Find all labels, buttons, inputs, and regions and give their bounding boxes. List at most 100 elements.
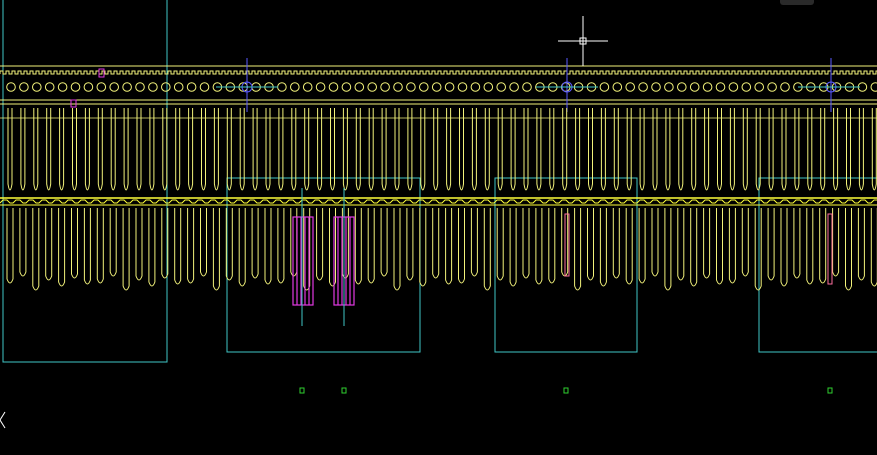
hole-circle bbox=[328, 82, 339, 92]
pin-slot bbox=[691, 108, 697, 191]
lower-pin bbox=[406, 208, 414, 281]
hole-circle bbox=[715, 82, 726, 92]
lower-pin bbox=[496, 208, 504, 281]
hole-circle bbox=[767, 82, 777, 92]
lower-pin bbox=[509, 208, 517, 287]
lower-pin bbox=[483, 208, 491, 291]
ucs-axis bbox=[0, 411, 6, 421]
green-point-markers bbox=[299, 387, 833, 394]
pin-slot bbox=[136, 108, 142, 191]
pin-slot bbox=[46, 108, 52, 191]
pin-slot bbox=[484, 108, 490, 191]
pin-slot bbox=[201, 108, 206, 191]
lower-pin bbox=[174, 208, 182, 285]
lower-pin bbox=[238, 208, 246, 287]
lower-pin bbox=[109, 208, 117, 277]
lower-pin bbox=[780, 208, 788, 287]
hole-circle bbox=[32, 82, 42, 92]
pin-slot bbox=[652, 108, 658, 191]
pin-slot bbox=[459, 108, 464, 191]
lower-pin bbox=[574, 208, 582, 291]
lower-pin bbox=[870, 208, 877, 287]
lower-pin bbox=[832, 208, 840, 277]
hole-circle bbox=[135, 82, 145, 92]
hole-circle bbox=[689, 82, 700, 92]
green-point-marker bbox=[341, 387, 347, 394]
lower-pin bbox=[393, 208, 401, 291]
lower-pin bbox=[690, 208, 698, 287]
lower-pin bbox=[845, 208, 852, 291]
hole-circle bbox=[96, 82, 107, 92]
hole-circle bbox=[470, 82, 481, 92]
pin-slot bbox=[59, 108, 65, 191]
pin-slot bbox=[7, 108, 13, 191]
pin-slot bbox=[162, 108, 168, 191]
lower-pin bbox=[677, 208, 685, 281]
lower-pin bbox=[354, 208, 362, 285]
pin-slot bbox=[639, 108, 645, 191]
hole-circle bbox=[741, 82, 752, 92]
hole-circle bbox=[509, 82, 519, 92]
lower-pin bbox=[58, 208, 66, 287]
pin-slot bbox=[110, 108, 116, 191]
lower-pin bbox=[445, 208, 453, 285]
lower-pin bbox=[251, 208, 259, 279]
hole-circle bbox=[870, 82, 877, 92]
lower-pin bbox=[625, 208, 633, 285]
hole-circle bbox=[173, 82, 184, 92]
lower-pin bbox=[522, 208, 530, 279]
lower-pin bbox=[19, 208, 27, 277]
lower-pin bbox=[135, 208, 143, 281]
lower-pin bbox=[703, 208, 711, 279]
lower-pin bbox=[793, 208, 801, 279]
lower-pins-layer bbox=[6, 208, 877, 291]
pin-slot bbox=[420, 108, 426, 191]
pin-slot bbox=[678, 108, 684, 191]
hole-circle bbox=[199, 82, 210, 92]
pink-pin-highlight bbox=[564, 213, 570, 277]
pin-slot bbox=[717, 108, 722, 191]
hole-circle bbox=[367, 82, 378, 92]
cad-drawing-canvas[interactable] bbox=[0, 0, 877, 455]
hole-circle bbox=[728, 82, 739, 92]
hole-circle bbox=[302, 82, 313, 92]
hole-circle bbox=[677, 82, 687, 92]
lower-pin bbox=[470, 208, 478, 277]
hole-circle bbox=[599, 82, 610, 92]
cyan-frame bbox=[226, 177, 421, 353]
hole-circle bbox=[19, 82, 29, 92]
lower-pin bbox=[612, 208, 620, 279]
lower-pin bbox=[664, 208, 672, 291]
mid-rail-layer bbox=[0, 197, 877, 206]
lower-pin bbox=[638, 208, 646, 284]
hole-circle bbox=[57, 82, 68, 92]
lower-pin bbox=[316, 208, 324, 281]
pin-slot bbox=[188, 108, 194, 191]
lower-pin bbox=[806, 208, 814, 285]
lower-pin bbox=[819, 208, 827, 284]
hole-circle bbox=[496, 82, 507, 92]
green-point-marker bbox=[563, 387, 569, 394]
hole-circle bbox=[122, 82, 132, 92]
hole-circle bbox=[754, 82, 765, 92]
hole-circle bbox=[651, 82, 661, 92]
pink-pin-highlight bbox=[827, 213, 833, 285]
lower-pin bbox=[96, 208, 104, 284]
pin-slot bbox=[72, 108, 77, 191]
hole-circle bbox=[380, 82, 390, 92]
lower-pin bbox=[187, 208, 195, 284]
lower-pin bbox=[122, 208, 130, 291]
green-point-marker bbox=[827, 387, 833, 394]
cad-drawing-svg[interactable] bbox=[0, 0, 877, 455]
pin-slot bbox=[213, 108, 219, 191]
hole-circle bbox=[702, 82, 713, 92]
lower-pin bbox=[380, 208, 388, 277]
lower-pin bbox=[587, 208, 594, 281]
hole-circle bbox=[393, 82, 403, 92]
pin-slot bbox=[123, 108, 129, 191]
lower-pin bbox=[200, 208, 207, 277]
lower-pin bbox=[741, 208, 749, 277]
hole-circle bbox=[625, 82, 636, 92]
hole-circle bbox=[277, 82, 287, 92]
pin-slot bbox=[97, 108, 103, 191]
